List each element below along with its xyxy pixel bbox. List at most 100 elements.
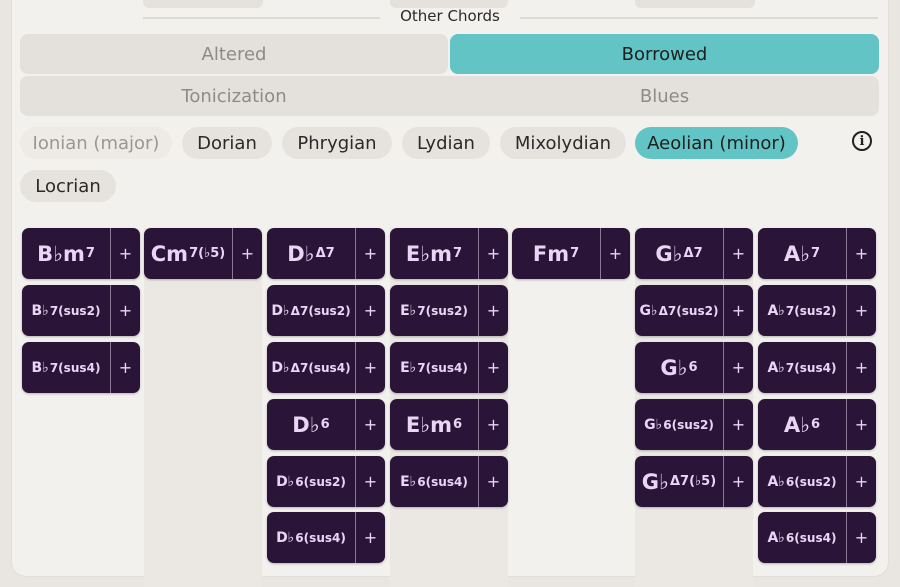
mode-dorian[interactable]: Dorian (182, 127, 272, 159)
tab-borrowed[interactable]: Borrowed (450, 34, 879, 74)
chord-button[interactable]: A♭ 7(sus2) + (758, 285, 876, 336)
tab-tonicization[interactable]: Tonicization (20, 76, 448, 116)
chord-name[interactable]: Fm 7 (512, 228, 600, 279)
chord-button[interactable]: D♭ Δ7(sus2) + (267, 285, 385, 336)
add-chord-button[interactable]: + (723, 342, 753, 393)
add-chord-button[interactable]: + (355, 399, 385, 450)
info-icon[interactable]: i (852, 131, 872, 151)
add-chord-button[interactable]: + (355, 456, 385, 507)
chord-button[interactable]: Fm 7 + (512, 228, 630, 279)
chord-button[interactable]: E♭ 7(sus4) + (390, 342, 508, 393)
add-chord-button[interactable]: + (478, 399, 508, 450)
chord-name[interactable]: D♭ 6(sus2) (267, 456, 355, 507)
chord-button[interactable]: G♭ 6(sus2) + (635, 399, 753, 450)
chord-name[interactable]: G♭ Δ7(sus2) (635, 285, 723, 336)
chord-quality: 7(sus2) (785, 303, 837, 318)
chord-name[interactable]: A♭ 7(sus4) (758, 342, 846, 393)
chord-name[interactable]: A♭ 7 (758, 228, 846, 279)
chord-name[interactable]: G♭ Δ7(♭5) (635, 456, 723, 507)
chord-root: Fm (532, 241, 570, 266)
section-divider-right (520, 17, 878, 19)
mode-aeolian[interactable]: Aeolian (minor) (635, 127, 798, 159)
chord-button[interactable]: B♭ 7(sus2) + (22, 285, 140, 336)
add-chord-button[interactable]: + (600, 228, 630, 279)
chord-name[interactable]: A♭ 7(sus2) (758, 285, 846, 336)
add-chord-button[interactable]: + (478, 228, 508, 279)
chord-button[interactable]: B♭m 7 + (22, 228, 140, 279)
chord-name[interactable]: E♭ 6(sus4) (390, 456, 478, 507)
chord-button[interactable]: E♭ 6(sus4) + (390, 456, 508, 507)
chord-root: E♭m (405, 241, 453, 266)
chord-button[interactable]: B♭ 7(sus4) + (22, 342, 140, 393)
add-chord-button[interactable]: + (846, 285, 876, 336)
tab-blues[interactable]: Blues (450, 76, 879, 116)
tab-altered[interactable]: Altered (20, 34, 448, 74)
chord-name[interactable]: G♭ 6 (635, 342, 723, 393)
add-chord-button[interactable]: + (355, 342, 385, 393)
chord-name[interactable]: B♭ 7(sus4) (22, 342, 110, 393)
chord-button[interactable]: D♭ Δ7(sus4) + (267, 342, 385, 393)
mode-ionian[interactable]: Ionian (major) (20, 127, 172, 159)
chord-button[interactable]: D♭ Δ7 + (267, 228, 385, 279)
add-chord-button[interactable]: + (846, 512, 876, 563)
add-chord-button[interactable]: + (232, 228, 262, 279)
chord-name[interactable]: D♭ Δ7(sus4) (267, 342, 355, 393)
add-chord-button[interactable]: + (723, 285, 753, 336)
chord-name[interactable]: E♭m 7 (390, 228, 478, 279)
mode-mixolydian[interactable]: Mixolydian (500, 127, 626, 159)
chord-button[interactable]: G♭ 6 + (635, 342, 753, 393)
chord-name[interactable]: D♭ 6(sus4) (267, 512, 355, 563)
chord-name[interactable]: A♭ 6 (758, 399, 846, 450)
add-chord-button[interactable]: + (723, 399, 753, 450)
chord-button[interactable]: E♭ 7(sus2) + (390, 285, 508, 336)
add-chord-button[interactable]: + (355, 228, 385, 279)
chord-button[interactable]: A♭ 6(sus2) + (758, 456, 876, 507)
add-chord-button[interactable]: + (723, 456, 753, 507)
chord-name[interactable]: B♭m 7 (22, 228, 110, 279)
chord-name[interactable]: E♭ 7(sus2) (390, 285, 478, 336)
mode-phrygian[interactable]: Phrygian (282, 127, 392, 159)
chord-name[interactable]: E♭m 6 (390, 399, 478, 450)
add-chord-button[interactable]: + (110, 228, 140, 279)
chord-button[interactable]: Cm 7(♭5) + (144, 228, 262, 279)
add-chord-button[interactable]: + (355, 512, 385, 563)
add-chord-button[interactable]: + (846, 456, 876, 507)
add-chord-button[interactable]: + (478, 342, 508, 393)
chord-name[interactable]: G♭ 6(sus2) (635, 399, 723, 450)
add-chord-button[interactable]: + (478, 285, 508, 336)
chord-name[interactable]: D♭ Δ7(sus2) (267, 285, 355, 336)
chord-button[interactable]: E♭m 6 + (390, 399, 508, 450)
add-chord-button[interactable]: + (110, 285, 140, 336)
mode-lydian[interactable]: Lydian (402, 127, 490, 159)
chord-name[interactable]: B♭ 7(sus2) (22, 285, 110, 336)
chord-name[interactable]: Cm 7(♭5) (144, 228, 232, 279)
mode-locrian[interactable]: Locrian (20, 170, 116, 202)
chord-button[interactable]: A♭ 7(sus4) + (758, 342, 876, 393)
chord-name[interactable]: E♭ 7(sus4) (390, 342, 478, 393)
chord-name[interactable]: G♭ Δ7 (635, 228, 723, 279)
chord-button[interactable]: G♭ Δ7(sus2) + (635, 285, 753, 336)
chord-button[interactable]: A♭ 7 + (758, 228, 876, 279)
chord-button[interactable]: A♭ 6 + (758, 399, 876, 450)
chord-quality: Δ7 (315, 246, 335, 261)
chord-button[interactable]: D♭ 6 + (267, 399, 385, 450)
chord-name[interactable]: A♭ 6(sus2) (758, 456, 846, 507)
add-chord-button[interactable]: + (846, 399, 876, 450)
add-chord-button[interactable]: + (846, 228, 876, 279)
add-chord-button[interactable]: + (846, 342, 876, 393)
add-chord-button[interactable]: + (478, 456, 508, 507)
chord-button[interactable]: D♭ 6(sus2) + (267, 456, 385, 507)
chord-name[interactable]: D♭ 6 (267, 399, 355, 450)
chord-button[interactable]: D♭ 6(sus4) + (267, 512, 385, 563)
chord-button[interactable]: G♭ Δ7(♭5) + (635, 456, 753, 507)
chord-button[interactable]: G♭ Δ7 + (635, 228, 753, 279)
chord-root: D♭ (276, 529, 295, 546)
add-chord-button[interactable]: + (355, 285, 385, 336)
chord-button[interactable]: E♭m 7 + (390, 228, 508, 279)
chord-button[interactable]: A♭ 6(sus4) + (758, 512, 876, 563)
add-chord-button[interactable]: + (110, 342, 140, 393)
chord-name[interactable]: A♭ 6(sus4) (758, 512, 846, 563)
add-chord-button[interactable]: + (723, 228, 753, 279)
chord-name[interactable]: D♭ Δ7 (267, 228, 355, 279)
chord-quality: 6 (320, 417, 330, 432)
